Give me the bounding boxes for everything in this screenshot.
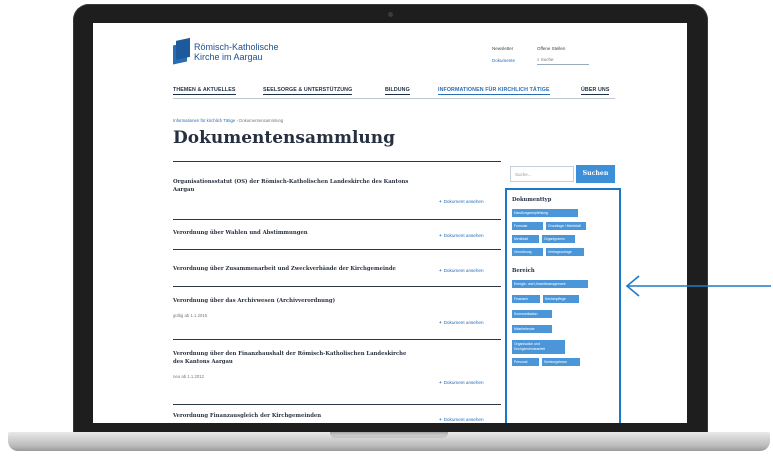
arrow-left-icon (625, 275, 771, 297)
